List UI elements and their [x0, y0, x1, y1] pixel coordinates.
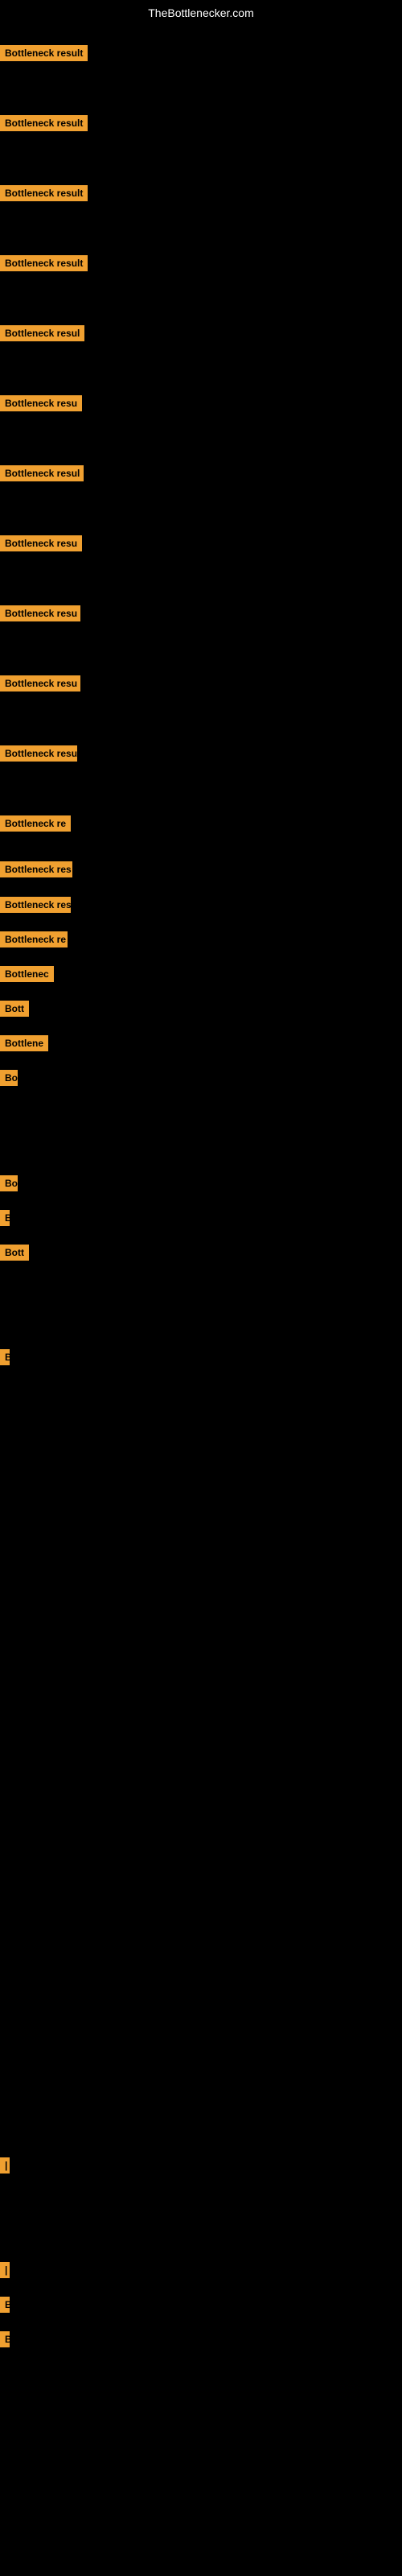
bottleneck-badge-16[interactable]: Bottlenec	[0, 966, 54, 986]
badge-text-7: Bottleneck resul	[0, 465, 84, 481]
bottleneck-badge-26[interactable]: B	[0, 2297, 10, 2317]
badge-text-6: Bottleneck resu	[0, 395, 82, 411]
badge-text-4: Bottleneck result	[0, 255, 88, 271]
badge-text-11: Bottleneck resu	[0, 745, 77, 762]
badge-text-10: Bottleneck resu	[0, 675, 80, 691]
badge-text-21: B	[0, 1210, 10, 1226]
badge-text-8: Bottleneck resu	[0, 535, 82, 551]
badge-text-26: B	[0, 2297, 10, 2313]
bottleneck-badge-14[interactable]: Bottleneck res	[0, 897, 71, 917]
bottleneck-badge-12[interactable]: Bottleneck re	[0, 815, 71, 836]
badge-text-1: Bottleneck result	[0, 45, 88, 61]
bottleneck-badge-22[interactable]: Bott	[0, 1245, 29, 1265]
bottleneck-badge-2[interactable]: Bottleneck result	[0, 115, 88, 135]
bottleneck-badge-11[interactable]: Bottleneck resu	[0, 745, 77, 766]
bottleneck-badge-17[interactable]: Bott	[0, 1001, 29, 1021]
bottleneck-badge-21[interactable]: B	[0, 1210, 10, 1230]
bottleneck-badge-15[interactable]: Bottleneck re	[0, 931, 68, 952]
badge-text-16: Bottlenec	[0, 966, 54, 982]
bottleneck-badge-20[interactable]: Bo	[0, 1175, 18, 1195]
badge-text-13: Bottleneck res	[0, 861, 72, 877]
bottleneck-badge-23[interactable]: B	[0, 1349, 10, 1369]
badge-text-14: Bottleneck res	[0, 897, 71, 913]
badge-text-5: Bottleneck resul	[0, 325, 84, 341]
bottleneck-badge-4[interactable]: Bottleneck result	[0, 255, 88, 275]
bottleneck-badge-27[interactable]: B	[0, 2331, 10, 2351]
bottleneck-badge-10[interactable]: Bottleneck resu	[0, 675, 80, 696]
badge-text-20: Bo	[0, 1175, 18, 1191]
bottleneck-badge-13[interactable]: Bottleneck res	[0, 861, 72, 881]
bottleneck-badge-5[interactable]: Bottleneck resul	[0, 325, 84, 345]
bottleneck-badge-25[interactable]: |	[0, 2262, 10, 2282]
bottleneck-badge-1[interactable]: Bottleneck result	[0, 45, 88, 65]
site-title: TheBottlenecker.com	[0, 0, 402, 23]
badge-text-25: |	[0, 2262, 10, 2278]
badge-text-2: Bottleneck result	[0, 115, 88, 131]
badge-text-3: Bottleneck result	[0, 185, 88, 201]
badge-text-9: Bottleneck resu	[0, 605, 80, 621]
bottleneck-badge-6[interactable]: Bottleneck resu	[0, 395, 82, 415]
badge-text-22: Bott	[0, 1245, 29, 1261]
badge-text-23: B	[0, 1349, 10, 1365]
badge-text-19: Bo	[0, 1070, 18, 1086]
bottleneck-badge-9[interactable]: Bottleneck resu	[0, 605, 80, 625]
badge-text-18: Bottlene	[0, 1035, 48, 1051]
bottleneck-badge-19[interactable]: Bo	[0, 1070, 18, 1090]
bottleneck-badge-24[interactable]: |	[0, 2157, 10, 2178]
badge-text-27: B	[0, 2331, 10, 2347]
bottleneck-badge-7[interactable]: Bottleneck resul	[0, 465, 84, 485]
bottleneck-badge-18[interactable]: Bottlene	[0, 1035, 48, 1055]
badge-text-15: Bottleneck re	[0, 931, 68, 947]
badge-text-17: Bott	[0, 1001, 29, 1017]
badge-text-24: |	[0, 2157, 10, 2174]
bottleneck-badge-8[interactable]: Bottleneck resu	[0, 535, 82, 555]
badge-text-12: Bottleneck re	[0, 815, 71, 832]
bottleneck-badge-3[interactable]: Bottleneck result	[0, 185, 88, 205]
